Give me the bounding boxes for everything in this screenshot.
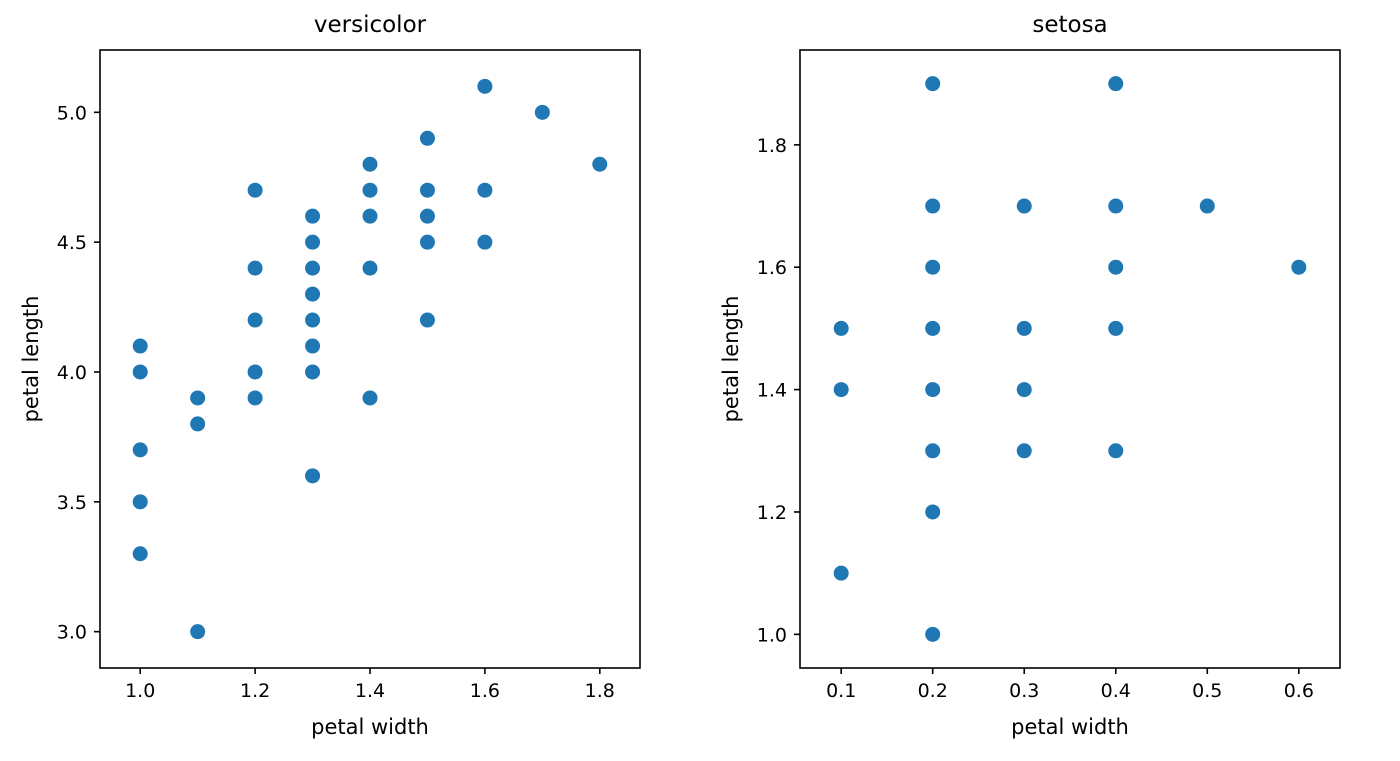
x-tick-label-setosa: 0.1	[826, 680, 856, 702]
subplot-setosa: 0.1 0.2 0.3 0.4 0.5 0.6 1.0 1.2 1.4 1.6 1.8 0.1, 1.…	[700, 0, 1400, 761]
y-tick-label-versicolor: 4.5	[57, 232, 87, 254]
data-point: 1.2, 3.9	[247, 390, 263, 406]
data-points-versicolor: 1, 4.1 1, 4 1, 3.7 1, 3.5 1, 3.3 1.1, 3.9 1.1,…	[132, 78, 608, 640]
data-point: 0.2, 1.3	[925, 443, 941, 459]
data-point: 1.6, 5.1	[477, 78, 493, 94]
y-tick-label-setosa: 1.8	[757, 135, 787, 157]
data-point: 1.3, 4.3	[305, 286, 321, 302]
x-tick-label-versicolor: 1.4	[355, 680, 385, 702]
y-tick-label-versicolor: 3.5	[57, 492, 87, 514]
data-point: 1.3, 3.6	[305, 468, 321, 484]
data-point: 1.4, 4.6	[362, 208, 378, 224]
y-tick-label-versicolor: 4.0	[57, 362, 87, 384]
panel-title-setosa: setosa	[1032, 12, 1107, 38]
data-point: 1.2, 4.7	[247, 182, 263, 198]
data-point: 1.6, 4.5	[477, 234, 493, 250]
subplot-versicolor: 1.01.21.41.61.83.03.54.04.55.01, 4.11, 4…	[0, 0, 700, 761]
data-point: 1, 3.7	[132, 442, 148, 458]
data-point: 0.2, 1.2	[925, 504, 941, 520]
data-point: 1.4, 4.7	[362, 182, 378, 198]
data-point: 0.3, 1.5	[1016, 320, 1032, 336]
x-tick-label-setosa: 0.2	[918, 680, 948, 702]
data-point: 0.3, 1.7	[1016, 198, 1032, 214]
data-point: 0.2, 1.9	[925, 76, 941, 92]
data-point: 0.1, 1.4	[833, 382, 849, 398]
x-tick-label-setosa: 0.5	[1192, 680, 1222, 702]
data-point: 1.8, 4.8	[592, 156, 608, 172]
data-point: 0.3, 1.3	[1016, 443, 1032, 459]
y-tick-label-versicolor: 3.0	[57, 622, 87, 644]
data-point: 1.5, 4.9	[419, 130, 435, 146]
figure-canvas: 1.01.21.41.61.83.03.54.04.55.01, 4.11, 4…	[0, 0, 1400, 761]
data-point: 1.1, 3.9	[190, 390, 206, 406]
data-point: 1.3, 4.4	[305, 260, 321, 276]
y-tick-label-setosa: 1.4	[757, 380, 787, 402]
data-point: 1.2, 4.2	[247, 312, 263, 328]
data-point: 1.4, 4.4	[362, 260, 378, 276]
data-point: 0.2, 1.5	[925, 320, 941, 336]
x-tick-label-setosa: 0.6	[1284, 680, 1314, 702]
data-point: 1.5, 4.5	[419, 234, 435, 250]
x-tick-label-versicolor: 1.6	[470, 680, 500, 702]
data-point: 0.4, 1.5	[1108, 320, 1124, 336]
data-point: 1.6, 4.7	[477, 182, 493, 198]
data-point: 0.2, 1.6	[925, 259, 941, 275]
data-point: 1, 3.5	[132, 494, 148, 510]
data-point: 1.1, 3	[190, 624, 206, 640]
data-point: 0.1, 1.5	[833, 320, 849, 336]
scatter-plot-setosa: 0.1 0.2 0.3 0.4 0.5 0.6 1.0 1.2 1.4 1.6 1.8 0.1, 1.…	[719, 12, 1341, 739]
data-point: 0.2, 1.4	[925, 382, 941, 398]
y-tick-label-setosa: 1.6	[757, 257, 787, 279]
x-tick-label-versicolor: 1.0	[125, 680, 155, 702]
data-point: 1.3, 4.1	[305, 338, 321, 354]
x-tick-label-setosa: 0.4	[1101, 680, 1131, 702]
data-point: 1, 4	[132, 364, 148, 380]
y-tick-label-versicolor: 5.0	[57, 102, 87, 124]
data-point: 0.4, 1.6	[1108, 259, 1124, 275]
y-axis-label-versicolor: petal length	[19, 296, 43, 423]
data-point: 1.7, 5	[534, 104, 550, 120]
data-point: 1.3, 4.6	[305, 208, 321, 224]
x-axis-label-versicolor: petal width	[311, 715, 429, 739]
data-point: 1, 4.1	[132, 338, 148, 354]
data-point: 0.1, 1.1	[833, 565, 849, 581]
data-point: 0.5, 1.7	[1199, 198, 1215, 214]
plot-frame-setosa	[799, 49, 1341, 669]
data-point: 1.5, 4.6	[419, 208, 435, 224]
data-point: 1.3, 4.2	[305, 312, 321, 328]
x-tick-label-setosa: 0.3	[1009, 680, 1039, 702]
data-point: 1.1, 3.8	[190, 416, 206, 432]
scatter-plot-versicolor: 1.0 1.2 1.4 1.6 1.83.03.54.04.55.01, 4.11, 4…	[19, 12, 641, 739]
plot-frame-versicolor	[99, 49, 641, 669]
data-point: 1.5, 4.2	[419, 312, 435, 328]
x-tick-label-versicolor: 1.2	[240, 680, 270, 702]
data-point: 0.4, 1.7	[1108, 198, 1124, 214]
panel-title-versicolor: versicolor	[314, 12, 427, 38]
data-points-setosa: 0.1, 1.5 0.1, 1.4 0.1, 1.1 0.2, 1.9 0.2, 1.7…	[833, 76, 1307, 642]
data-point: 0.2, 1.7	[925, 198, 941, 214]
data-point: 1.3, 4	[305, 364, 321, 380]
data-point: 1.3, 4.5	[305, 234, 321, 250]
data-point: 1.5, 4.7	[419, 182, 435, 198]
data-point: 1.2, 4	[247, 364, 263, 380]
data-point: 0.3, 1.4	[1016, 382, 1032, 398]
data-point: 1.4, 3.9	[362, 390, 378, 406]
data-point: 1, 3.3	[132, 546, 148, 562]
data-point: 0.4, 1.9	[1108, 76, 1124, 92]
y-tick-label-setosa: 1.2	[757, 502, 787, 524]
data-point: 1.2, 4.4	[247, 260, 263, 276]
data-point: 0.2, 1	[925, 626, 941, 642]
x-axis-label-setosa: petal width	[1011, 715, 1129, 739]
y-tick-label-setosa: 1.0	[757, 624, 787, 646]
data-point: 0.6, 1.6	[1291, 259, 1307, 275]
data-point: 0.4, 1.3	[1108, 443, 1124, 459]
x-tick-label-versicolor: 1.8	[585, 680, 615, 702]
y-axis-label-setosa: petal length	[719, 296, 743, 423]
data-point: 1.4, 4.8	[362, 156, 378, 172]
